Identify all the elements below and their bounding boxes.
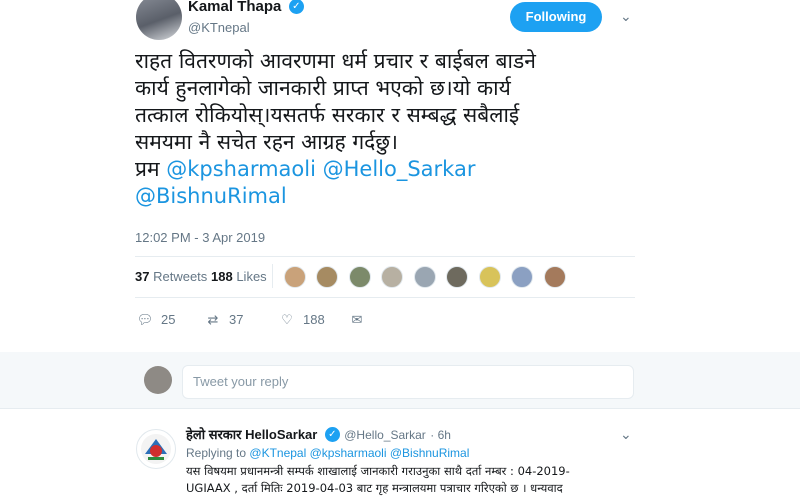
likes-label: Likes — [236, 269, 267, 284]
replying-to-prefix: Replying to — [186, 446, 247, 460]
likes-count: 188 — [211, 269, 233, 284]
reply-author-handle[interactable]: @Hello_Sarkar — [344, 428, 426, 442]
reply-line: यस विषयमा प्रधानमन्त्री सम्पर्क शाखालाई … — [186, 464, 570, 478]
user-avatar — [144, 366, 172, 394]
reply-action[interactable]: 💬︎ 25 — [135, 311, 176, 329]
liker-avatar[interactable] — [284, 266, 306, 288]
liker-avatar[interactable] — [381, 266, 404, 288]
reply-text: यस विषयमा प्रधानमन्त्री सम्पर्क शाखालाई … — [186, 463, 646, 497]
reply-composer: Tweet your reply — [0, 352, 800, 408]
likers-avatars — [284, 266, 572, 293]
tweet-prefix: प्रम — [135, 157, 160, 181]
reply-count: 25 — [161, 312, 176, 327]
reply-header: हेलो सरकार HelloSarkar ✓ @Hello_Sarkar ·… — [186, 425, 451, 444]
tweet-line: समयमा नै सचेत रहन आग्रह गर्दछु। — [135, 130, 398, 154]
heart-icon: ♡ — [281, 312, 293, 327]
tweet-timestamp[interactable]: 12:02 PM - 3 Apr 2019 — [135, 230, 265, 245]
retweets-count: 37 — [135, 269, 150, 284]
retweet-icon: ⇄ — [207, 312, 219, 327]
reply-author-name[interactable]: हेलो सरकार HelloSarkar — [186, 427, 317, 442]
tweet-line: तत्काल रोकियोस्।यसतर्फ सरकार र सम्बद्ध स… — [135, 103, 520, 127]
reply-input[interactable]: Tweet your reply — [182, 365, 634, 399]
liker-avatar[interactable] — [511, 266, 534, 288]
stats-separator — [272, 264, 273, 288]
replying-to-line: Replying to @KTnepal @kpsharmaoli @Bishn… — [186, 446, 469, 460]
tweet-line: कार्य हुनलागेको जानकारी प्राप्त भएको छ।य… — [135, 76, 511, 100]
replying-mention-bishnurimal[interactable]: @BishnuRimal — [390, 446, 470, 460]
liker-avatar[interactable] — [446, 266, 469, 288]
tweet-line: राहत वितरणको आवरणमा धर्म प्रचार र बाईबल … — [135, 49, 536, 73]
liker-avatar[interactable] — [543, 266, 566, 288]
reply-chevron-down-icon[interactable]: ⌄ — [620, 426, 632, 443]
reply-line: UGIAAX , दर्ता मितिः 2019-04-03 बाट गृह … — [186, 481, 563, 495]
liker-avatar[interactable] — [316, 266, 339, 288]
author-handle[interactable]: @KTnepal — [188, 20, 250, 35]
author-name[interactable]: Kamal Thapa — [188, 0, 281, 15]
replying-mention-ktnepal[interactable]: @KTnepal — [249, 446, 306, 460]
reply-icon: 💬︎ — [136, 312, 154, 327]
direct-message-action[interactable]: ✉ — [347, 311, 373, 329]
author-block[interactable]: Kamal Thapa ✓ — [188, 0, 304, 16]
mention-bishnurimal[interactable]: @BishnuRimal — [135, 184, 287, 208]
reply-avatar[interactable] — [136, 429, 176, 469]
verified-badge-icon: ✓ — [288, 0, 304, 15]
mention-hello-sarkar[interactable]: @Hello_Sarkar — [323, 157, 476, 181]
divider — [135, 256, 635, 257]
retweet-count: 37 — [229, 312, 244, 327]
mention-kpsharmaoli[interactable]: @kpsharmaoli — [166, 157, 316, 181]
reply-age[interactable]: · 6h — [430, 428, 451, 442]
reply-placeholder: Tweet your reply — [193, 374, 289, 389]
retweets-label: Retweets — [153, 269, 208, 284]
divider — [0, 408, 800, 409]
like-count: 188 — [303, 312, 325, 327]
likes-stat[interactable]: 188 Likes — [211, 269, 267, 284]
liker-avatar[interactable] — [348, 266, 371, 288]
verified-badge-icon: ✓ — [324, 427, 340, 443]
retweet-action[interactable]: ⇄ 37 — [203, 311, 244, 329]
liker-avatar[interactable] — [478, 266, 501, 288]
like-action[interactable]: ♡ 188 — [277, 311, 325, 329]
liker-avatar[interactable] — [413, 266, 436, 288]
retweets-stat[interactable]: 37 Retweets — [135, 269, 207, 284]
replying-mention-kpsharmaoli[interactable]: @kpsharmaoli — [310, 446, 387, 460]
envelope-icon: ✉ — [351, 312, 363, 327]
following-button[interactable]: Following — [510, 2, 602, 32]
chevron-down-icon[interactable]: ⌄ — [620, 8, 632, 25]
tweet-text: राहत वितरणको आवरणमा धर्म प्रचार र बाईबल … — [135, 48, 655, 210]
nepal-emblem-icon — [141, 434, 171, 464]
author-avatar[interactable] — [136, 0, 182, 40]
divider — [135, 297, 635, 298]
